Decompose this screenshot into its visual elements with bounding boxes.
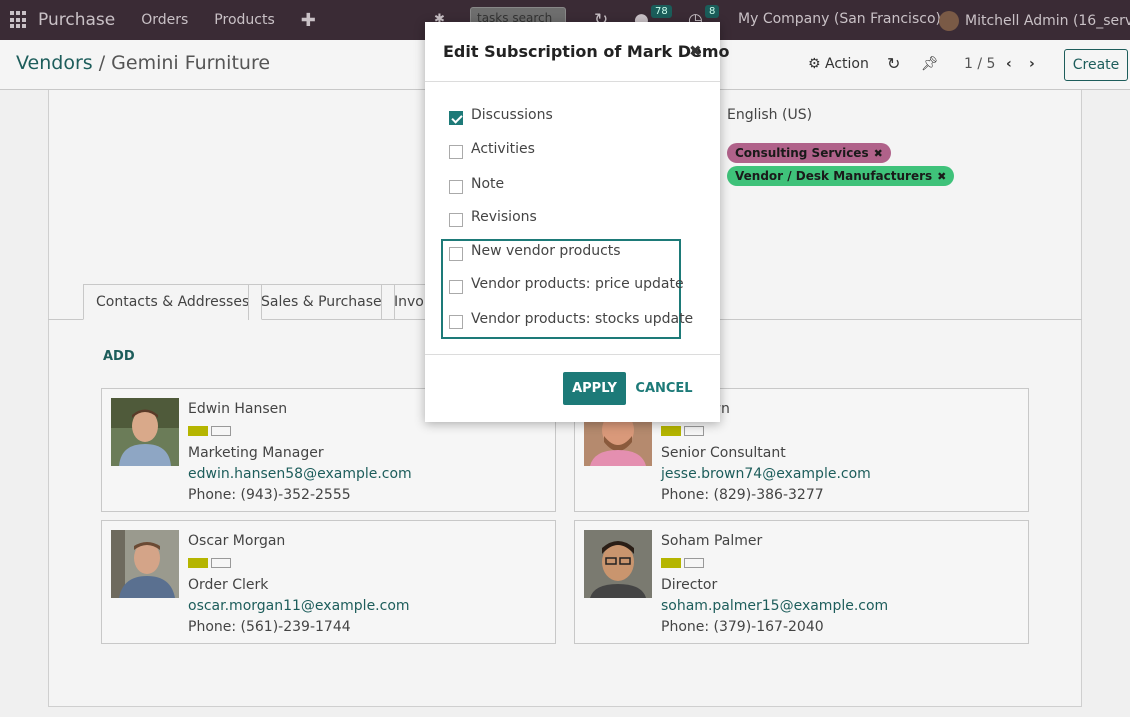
contact-phone: Phone: (943)-352-2555	[188, 486, 351, 503]
option-revisions[interactable]: Revisions	[449, 207, 537, 227]
option-label: Vendor products: stocks update	[471, 311, 694, 327]
close-icon[interactable]: ✖	[689, 42, 702, 60]
tag-vendor-desk-manufacturers: Vendor / Desk Manufacturers ✖	[727, 166, 955, 186]
pager-previous-icon[interactable]: ‹	[1006, 56, 1012, 72]
dialog-header: Edit Subscription of Mark Demo ✖	[425, 22, 730, 82]
contact-name: Edwin Hansen	[188, 401, 288, 417]
checkbox[interactable]	[449, 212, 463, 227]
user-menu[interactable]: Mitchell Admin (16_server	[939, 11, 1130, 31]
tag-label: Consulting Services	[735, 146, 869, 160]
tag-label: Vendor / Desk Manufacturers	[735, 169, 933, 183]
activities-badge: 8	[705, 5, 720, 18]
option-label: Revisions	[471, 209, 537, 225]
checkbox[interactable]	[449, 144, 463, 159]
checkbox[interactable]	[449, 179, 463, 194]
contact-card[interactable]: Soham Palmer Director soham.palmer15@exa…	[574, 520, 1029, 644]
priority-indicator[interactable]	[661, 552, 704, 573]
create-button[interactable]: Create	[1064, 49, 1128, 81]
option-note[interactable]: Note	[449, 174, 504, 194]
contact-email[interactable]: jesse.brown74@example.com	[661, 464, 871, 485]
option-label: Activities	[471, 141, 535, 157]
dialog-title: Edit Subscription of Mark Demo	[443, 42, 730, 61]
contact-email[interactable]: edwin.hansen58@example.com	[188, 464, 412, 485]
contact-phone: Phone: (561)-239-1744	[188, 618, 351, 635]
app-name[interactable]: Purchase	[38, 10, 115, 30]
contact-email[interactable]: oscar.morgan11@example.com	[188, 596, 410, 617]
apply-button[interactable]: APPLY	[563, 372, 626, 405]
contact-photo	[584, 530, 652, 598]
option-vendor-price-update[interactable]: Vendor products: price update	[449, 274, 684, 294]
tag-remove-icon[interactable]: ✖	[937, 170, 946, 183]
option-new-vendor-products[interactable]: New vendor products	[449, 241, 621, 261]
action-button[interactable]: ⚙ Action	[808, 56, 869, 72]
language-value: English (US)	[727, 107, 813, 123]
priority-indicator[interactable]	[188, 552, 231, 573]
sync-icon[interactable]: ↻	[887, 54, 900, 73]
breadcrumb-current: Gemini Furniture	[111, 52, 271, 74]
edit-subscription-dialog: Edit Subscription of Mark Demo ✖ Discuss…	[425, 22, 730, 422]
tab-sales-purchase[interactable]: Sales & Purchase	[248, 284, 395, 320]
priority-indicator[interactable]	[188, 420, 231, 441]
avatar	[939, 11, 959, 31]
contact-role: Marketing Manager	[188, 444, 324, 461]
contact-photo	[111, 530, 179, 598]
contact-name: Soham Palmer	[661, 533, 763, 549]
tab-contacts-addresses[interactable]: Contacts & Addresses	[83, 284, 263, 320]
contact-card[interactable]: Oscar Morgan Order Clerk oscar.morgan11@…	[101, 520, 556, 644]
breadcrumb-separator: /	[98, 52, 106, 74]
contact-phone: Phone: (379)-167-2040	[661, 618, 824, 635]
add-contact-button[interactable]: ADD	[103, 349, 135, 364]
tag-remove-icon[interactable]: ✖	[874, 147, 883, 160]
contact-info: Soham Palmer Director soham.palmer15@exa…	[661, 531, 888, 638]
checkbox[interactable]	[449, 110, 463, 125]
contact-info: Oscar Morgan Order Clerk oscar.morgan11@…	[188, 531, 410, 638]
pager-value[interactable]: 1 / 5	[964, 56, 995, 72]
add-menu-icon[interactable]: ✚	[301, 10, 316, 31]
option-activities[interactable]: Activities	[449, 139, 535, 159]
option-vendor-stocks-update[interactable]: Vendor products: stocks update	[449, 309, 693, 329]
pager-next-icon[interactable]: ›	[1029, 56, 1035, 72]
contact-phone: Phone: (829)-386-3277	[661, 486, 824, 503]
contact-name: Oscar Morgan	[188, 533, 286, 549]
contact-role: Order Clerk	[188, 576, 269, 593]
pin-icon[interactable]: 📌︎	[921, 56, 939, 72]
contact-photo	[111, 398, 179, 466]
contact-role: Senior Consultant	[661, 444, 786, 461]
contact-role: Director	[661, 576, 718, 593]
priority-indicator[interactable]	[661, 420, 704, 441]
contact-email[interactable]: soham.palmer15@example.com	[661, 596, 888, 617]
gear-icon: ⚙	[808, 56, 821, 72]
user-name: Mitchell Admin (16_server	[965, 13, 1130, 29]
dialog-footer-divider	[425, 354, 720, 355]
contact-info: Edwin Hansen Marketing Manager edwin.han…	[188, 399, 412, 506]
breadcrumb-vendors[interactable]: Vendors	[16, 52, 93, 74]
breadcrumb: Vendors / Gemini Furniture	[16, 52, 270, 74]
menu-orders[interactable]: Orders	[141, 12, 188, 28]
option-discussions[interactable]: Discussions	[449, 105, 553, 125]
option-label: Discussions	[471, 107, 553, 123]
checkbox[interactable]	[449, 314, 463, 329]
option-label: Note	[471, 176, 505, 192]
apps-menu-icon[interactable]	[10, 11, 28, 29]
option-label: New vendor products	[471, 243, 621, 259]
checkbox[interactable]	[449, 246, 463, 261]
menu-products[interactable]: Products	[214, 12, 274, 28]
cancel-button[interactable]: CANCEL	[635, 372, 693, 405]
option-label: Vendor products: price update	[471, 276, 684, 292]
action-label: Action	[825, 56, 869, 72]
messages-badge: 78	[651, 5, 672, 18]
company-switcher[interactable]: My Company (San Francisco)	[738, 11, 941, 27]
tag-consulting-services: Consulting Services ✖	[727, 143, 891, 163]
checkbox[interactable]	[449, 279, 463, 294]
